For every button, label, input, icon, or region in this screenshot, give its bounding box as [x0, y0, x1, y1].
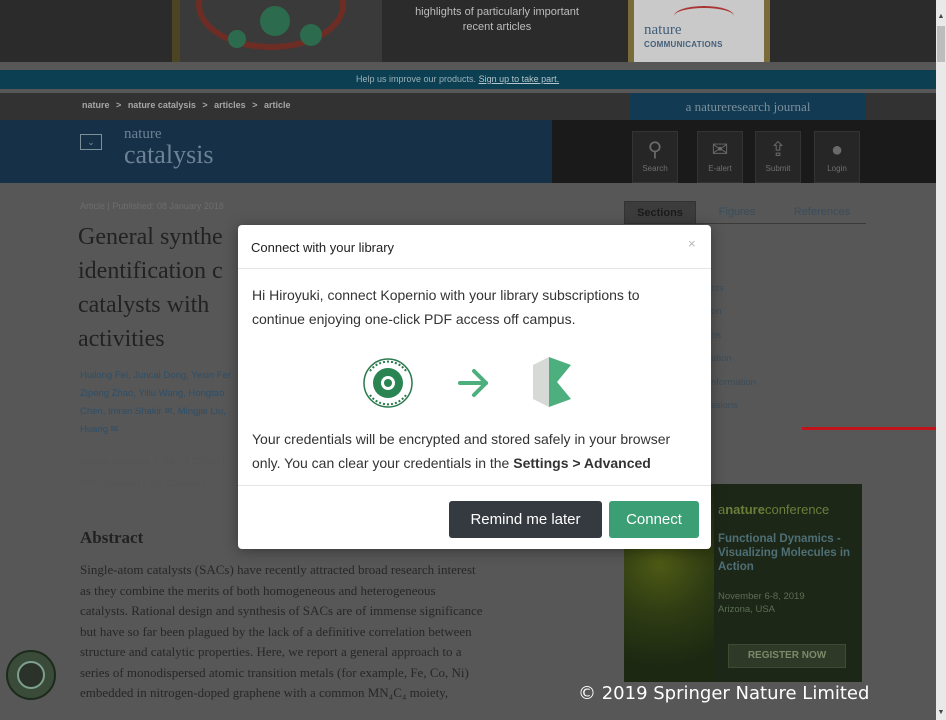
- section-links: nts on ns ation nformation ssions: [711, 283, 756, 423]
- user-icon: ●: [830, 139, 844, 161]
- dialog-title: Connect with your library: [251, 240, 395, 255]
- abstract-heading: Abstract: [80, 528, 144, 547]
- submit-label: Submit: [765, 164, 791, 173]
- logo-catalysis-text[interactable]: catalysis: [124, 140, 214, 170]
- dialog-header: Connect with your library ×: [238, 225, 711, 269]
- article-meta: Article | Published: 08 January 2018: [80, 201, 224, 211]
- help-text: Help us improve our products.: [356, 74, 479, 84]
- kopernio-icon: [17, 661, 45, 689]
- login-label: Login: [827, 164, 847, 173]
- close-icon[interactable]: ×: [688, 236, 696, 251]
- section-link[interactable]: ssions: [711, 400, 756, 423]
- breadcrumb-nature-catalysis[interactable]: nature catalysis: [128, 100, 196, 110]
- nature-conference-logo: anatureconference: [718, 502, 830, 517]
- connect-library-dialog: Connect with your library × Hi Hiroyuki,…: [238, 225, 711, 549]
- search-button[interactable]: ⚲ Search: [632, 131, 678, 183]
- article-metrics[interactable]: 8995 Accesses | 216 Citations |: [80, 478, 205, 488]
- e-alert-label: E-alert: [708, 164, 732, 173]
- journal-tag: a natureresearch journal: [630, 93, 866, 120]
- dialog-footer: Remind me later Connect: [238, 485, 711, 549]
- mail-icon: ✉: [711, 139, 729, 161]
- connect-button[interactable]: Connect: [609, 501, 699, 538]
- arrow-right-icon: [458, 369, 488, 397]
- menu-toggle-button[interactable]: ⌄: [80, 134, 102, 150]
- ad-headline: highlights of particularly important rec…: [415, 6, 579, 33]
- ad-molecule-image: [172, 0, 382, 62]
- breadcrumb-separator: >: [202, 100, 208, 110]
- login-button[interactable]: ● Login: [814, 131, 860, 183]
- university-seal-icon: [363, 358, 413, 408]
- section-link[interactable]: on: [711, 306, 756, 329]
- nature-communications-logo: nature COMMUNICATIONS: [628, 0, 770, 62]
- help-bar: Help us improve our products. Sign up to…: [0, 70, 936, 89]
- scrollbar[interactable]: ▲ ▼: [936, 0, 946, 720]
- kopernio-floating-button[interactable]: [6, 650, 56, 700]
- section-link[interactable]: nts: [711, 283, 756, 306]
- remind-me-later-button[interactable]: Remind me later: [449, 501, 602, 538]
- abstract-text: Single-atom catalysts (SACs) have recent…: [80, 562, 483, 700]
- kopernio-logo-icon: [533, 357, 571, 407]
- tab-figures[interactable]: Figures: [702, 201, 772, 224]
- copyright-watermark: © 2019 Springer Nature Limited: [578, 683, 870, 704]
- breadcrumb-nature[interactable]: nature: [82, 100, 110, 110]
- tab-references[interactable]: References: [780, 201, 864, 224]
- sidebar-tabs: Sections Figures References: [624, 201, 866, 224]
- breadcrumb-article: article: [263, 100, 291, 110]
- signup-link[interactable]: Sign up to take part.: [479, 74, 560, 84]
- dialog-notice-text: Your credentials will be encrypted and s…: [252, 431, 671, 471]
- tab-sections[interactable]: Sections: [624, 201, 696, 224]
- scroll-down-arrow-icon[interactable]: ▼: [936, 708, 946, 718]
- conference-date: November 6-8, 2019 Arizona, USA: [718, 591, 805, 615]
- citation: Nature Catalysis 1, 63–72 (2018) |: [80, 456, 225, 467]
- ad-banner[interactable]: highlights of particularly important rec…: [0, 0, 936, 62]
- breadcrumb-articles[interactable]: articles: [214, 100, 246, 110]
- dialog-intro-text: Hi Hiroyuki, connect Kopernio with your …: [252, 287, 640, 327]
- site-header: ⌄ nature catalysis ⚲ Search ✉ E-alert ⇪ …: [0, 120, 936, 183]
- breadcrumb-separator: >: [116, 100, 122, 110]
- conference-title: Functional Dynamics - Visualizing Molecu…: [718, 533, 851, 573]
- search-label: Search: [642, 164, 668, 173]
- breadcrumb-bar: nature > nature catalysis > articles > a…: [0, 93, 936, 120]
- e-alert-button[interactable]: ✉ E-alert: [697, 131, 743, 183]
- register-now-button[interactable]: REGISTER NOW: [728, 644, 846, 668]
- scroll-thumb[interactable]: [937, 26, 945, 62]
- scroll-up-arrow-icon[interactable]: ▲: [936, 12, 946, 22]
- breadcrumb-separator: >: [252, 100, 258, 110]
- section-link[interactable]: ns: [711, 330, 756, 353]
- section-link[interactable]: ation: [711, 353, 756, 376]
- dialog-logos: [238, 353, 711, 415]
- upload-icon: ⇪: [769, 139, 787, 161]
- submit-button[interactable]: ⇪ Submit: [755, 131, 801, 183]
- breadcrumb: nature > nature catalysis > articles > a…: [82, 100, 295, 110]
- annotation-line: [802, 427, 936, 430]
- search-icon: ⚲: [647, 139, 663, 161]
- section-link[interactable]: nformation: [711, 377, 756, 400]
- brand-block: ⌄ nature catalysis: [0, 120, 552, 183]
